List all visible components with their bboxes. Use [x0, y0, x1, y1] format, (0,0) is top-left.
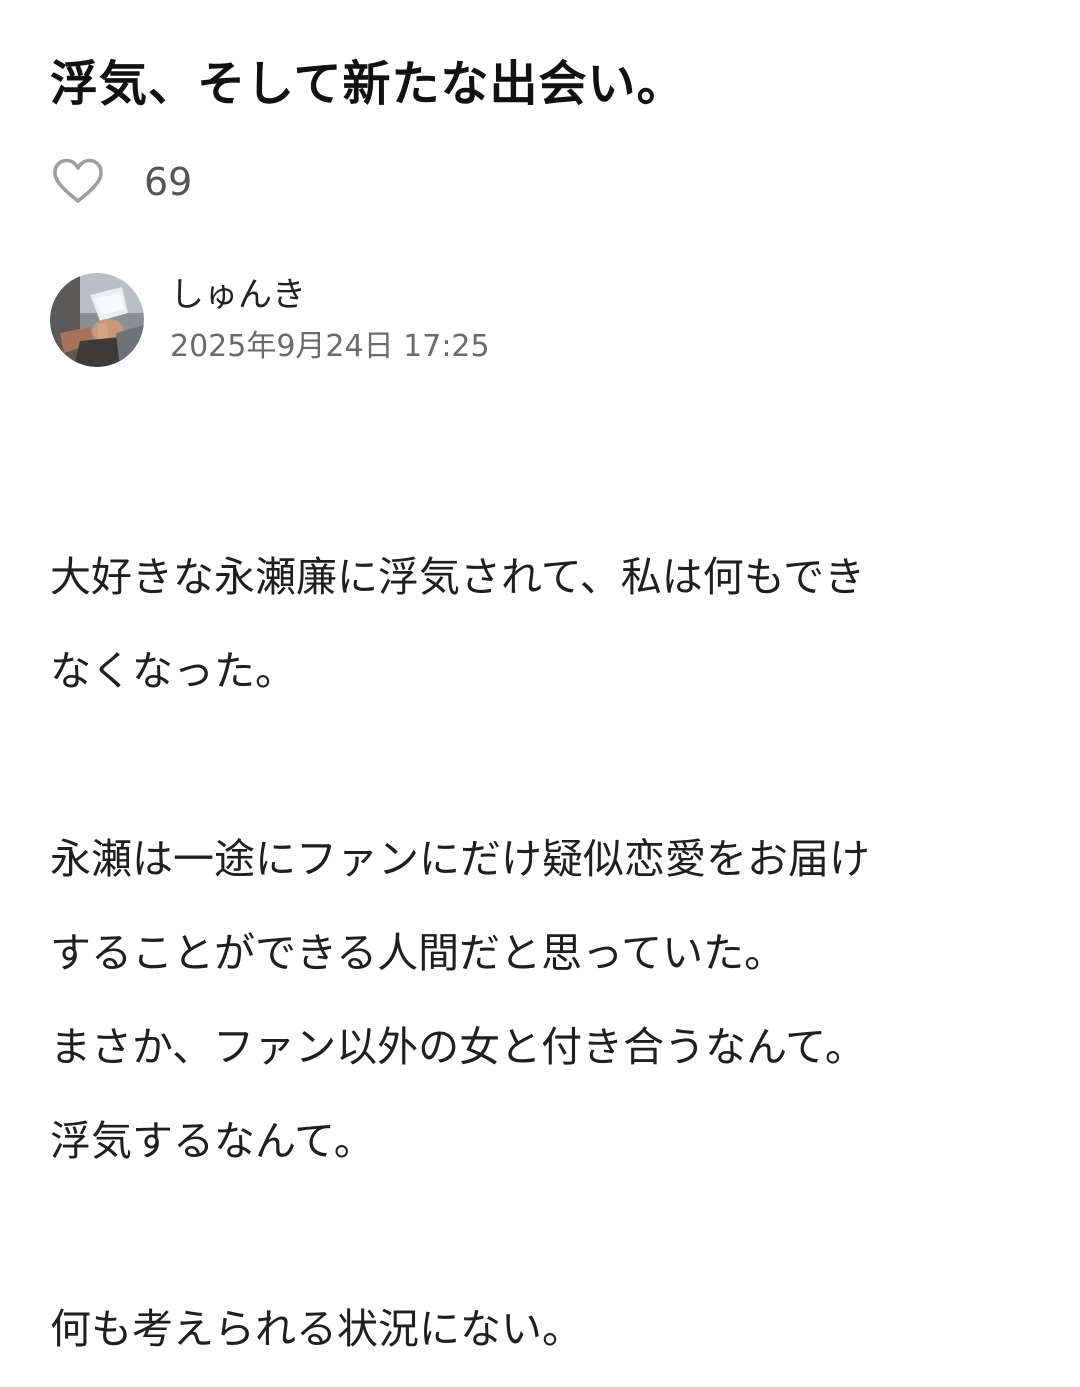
avatar[interactable]: [50, 273, 144, 367]
paragraph: 大好きな永瀬廉に浮気されて、私は何もでき なくなった。: [50, 553, 866, 695]
author-meta: しゅんき 2025年9月24日 17:25: [170, 272, 490, 368]
article-body: 大好きな永瀬廉に浮気されて、私は何もでき なくなった。 永瀬は一途にファンにだけ…: [50, 530, 1040, 1376]
post-date: 2025年9月24日 17:25: [170, 329, 490, 364]
paragraph: 永瀬は一途にファンにだけ疑似恋愛をお届け することができる人間だと思っていた。 …: [50, 835, 870, 1165]
article-title: 浮気、そして新たな出会い。: [50, 56, 686, 112]
like-section: 69: [50, 152, 192, 212]
author-block: しゅんき 2025年9月24日 17:25: [50, 272, 490, 368]
author-name[interactable]: しゅんき: [170, 271, 490, 319]
like-count: 69: [144, 160, 193, 204]
heart-icon[interactable]: [50, 154, 106, 210]
paragraph: 何も考えられる状況にない。: [50, 1305, 583, 1353]
